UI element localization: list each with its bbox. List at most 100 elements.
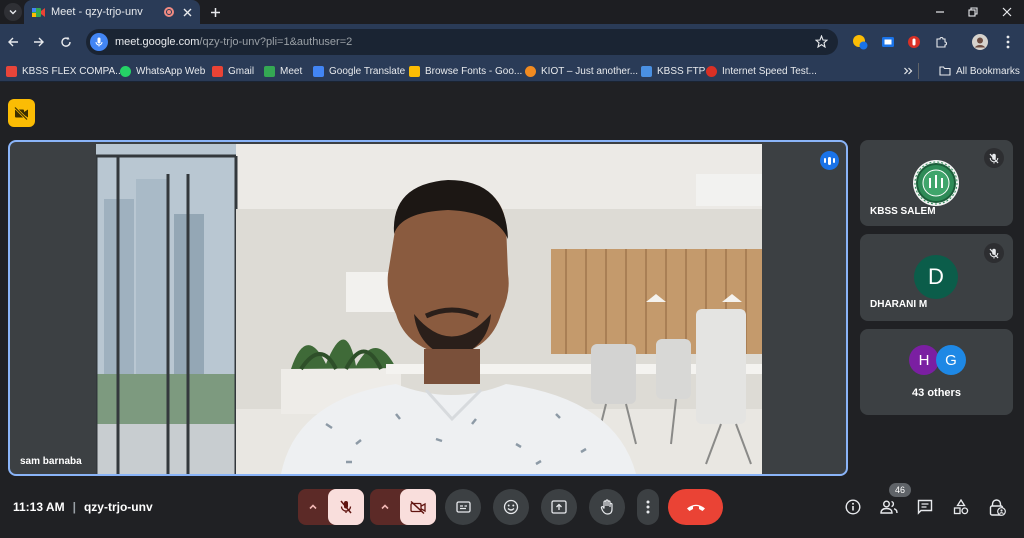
meet-icon: [264, 65, 275, 77]
bookmark-kbss-flex[interactable]: KBSS FLEX COMPA...: [6, 64, 124, 78]
participant-tile-dharani-m[interactable]: D DHARANI M: [860, 234, 1013, 321]
bookmark-label: Meet: [280, 65, 303, 77]
restore-window-button[interactable]: [963, 2, 983, 22]
bookmark-fonts[interactable]: Browse Fonts - Goo...: [409, 64, 522, 78]
bookmark-label: Internet Speed Test...: [722, 65, 817, 77]
browser-tab-meet[interactable]: Meet - qzy-trjo-unv: [24, 0, 200, 24]
close-tab-icon[interactable]: [183, 8, 192, 17]
lock-person-icon: [989, 498, 1006, 516]
close-window-button[interactable]: [997, 2, 1017, 22]
reload-icon: [61, 36, 71, 47]
minimize-icon: [936, 11, 944, 13]
bookmark-gmail[interactable]: Gmail: [212, 64, 254, 78]
bookmark-meet[interactable]: Meet: [264, 64, 302, 78]
bookmark-favicon-icon: [6, 65, 17, 77]
info-icon: [845, 499, 861, 515]
bookmark-label: KIOT – Just another...: [541, 65, 639, 77]
raise-hand-button[interactable]: [589, 489, 625, 525]
more-options-button[interactable]: [637, 489, 659, 525]
participant-count-badge: 46: [889, 483, 911, 497]
bookmark-star-icon[interactable]: [815, 35, 828, 48]
muted-indicator: [984, 148, 1004, 168]
microphone-icon: [95, 37, 103, 47]
close-icon: [1002, 7, 1012, 17]
bookmark-kiot[interactable]: KIOT – Just another...: [525, 64, 638, 78]
participant-avatar: H: [909, 345, 939, 375]
bookmark-label: WhatsApp Web: [136, 65, 206, 77]
bookmark-label: Browse Fonts - Goo...: [425, 65, 523, 77]
bookmark-whatsapp[interactable]: WhatsApp Web: [120, 64, 205, 78]
participant-name: DHARANI M: [870, 299, 928, 310]
new-tab-button[interactable]: [206, 3, 224, 21]
minimize-window-button[interactable]: [930, 2, 950, 22]
camera-off-notice-button[interactable]: [8, 99, 35, 127]
video-options-button[interactable]: [370, 489, 400, 525]
extensions-button[interactable]: [933, 34, 949, 50]
bookmarks-divider: [918, 63, 919, 79]
meeting-info-text: 11:13 AM | qzy-trjo-unv: [13, 500, 153, 514]
tab-search-button[interactable]: [4, 3, 22, 21]
all-bookmarks-button[interactable]: All Bookmarks: [939, 64, 1020, 78]
ftp-icon: [641, 65, 652, 77]
translate-icon: [313, 65, 324, 77]
bookmarks-overflow-button[interactable]: [903, 64, 913, 78]
muted-indicator: [984, 243, 1004, 263]
all-bookmarks-label: All Bookmarks: [956, 65, 1020, 77]
back-button[interactable]: [4, 33, 22, 51]
captions-button[interactable]: [445, 489, 481, 525]
url-text: meet.google.com/qzy-trjo-unv?pli=1&authu…: [115, 36, 352, 48]
profile-avatar[interactable]: [972, 34, 988, 50]
host-controls-button[interactable]: [982, 491, 1012, 523]
forward-button[interactable]: [30, 33, 48, 51]
extension-meet-icon[interactable]: [852, 34, 868, 50]
chat-button[interactable]: [910, 491, 940, 523]
site-info-button[interactable]: [90, 33, 108, 51]
avatar-icon: [972, 34, 988, 50]
others-tile[interactable]: H G 43 others: [860, 329, 1013, 415]
participant-tile-kbss-salem[interactable]: KBSS SALEM: [860, 140, 1013, 226]
camera-toggle-button[interactable]: [400, 489, 436, 525]
bookmark-speed-test[interactable]: Internet Speed Test...: [706, 64, 817, 78]
meeting-details-button[interactable]: [838, 491, 868, 523]
audio-options-button[interactable]: [298, 489, 328, 525]
extension-record-icon[interactable]: [906, 34, 922, 50]
kbss-logo-avatar: [913, 160, 959, 206]
main-speaker-name: sam barnaba: [20, 456, 82, 467]
present-to-all-icon: [551, 500, 567, 514]
present-screen-button[interactable]: [541, 489, 577, 525]
video-off-icon: [410, 500, 426, 514]
bookmark-kbss-ftp[interactable]: KBSS FTP: [641, 64, 705, 78]
whatsapp-icon: [120, 65, 131, 77]
bookmark-translate[interactable]: Google Translate: [313, 64, 405, 78]
plus-icon: [210, 7, 220, 17]
meet-favicon-icon: [32, 7, 45, 17]
shapes-icon: [953, 499, 969, 515]
screen-capture-icon: [882, 37, 894, 47]
separator: |: [72, 500, 76, 514]
gmail-icon: [212, 65, 223, 77]
browser-menu-button[interactable]: [1000, 34, 1016, 50]
activities-button[interactable]: [946, 491, 976, 523]
reactions-button[interactable]: [493, 489, 529, 525]
extension-screen-icon[interactable]: [880, 34, 896, 50]
microphone-toggle-button[interactable]: [328, 489, 364, 525]
leave-call-button[interactable]: [668, 489, 723, 525]
chat-icon: [917, 499, 933, 515]
others-count-label: 43 others: [912, 387, 961, 399]
kiot-icon: [525, 65, 536, 77]
mic-off-icon: [989, 248, 999, 258]
record-icon: [908, 36, 920, 48]
call-end-icon: [686, 504, 705, 511]
arrow-right-icon: [34, 37, 44, 47]
tab-title: Meet - qzy-trjo-unv: [51, 6, 143, 18]
reload-button[interactable]: [57, 33, 75, 51]
people-icon: [880, 500, 898, 514]
main-speaker-tile[interactable]: sam barnaba: [8, 140, 848, 476]
raise-hand-icon: [600, 499, 613, 515]
more-vert-icon: [646, 500, 650, 514]
video-frame-image: [96, 144, 762, 474]
recording-indicator-icon: [164, 7, 174, 17]
bookmark-label: Google Translate: [329, 65, 406, 77]
address-bar[interactable]: meet.google.com/qzy-trjo-unv?pli=1&authu…: [86, 29, 838, 55]
bookmark-label: KBSS FTP: [657, 65, 706, 77]
